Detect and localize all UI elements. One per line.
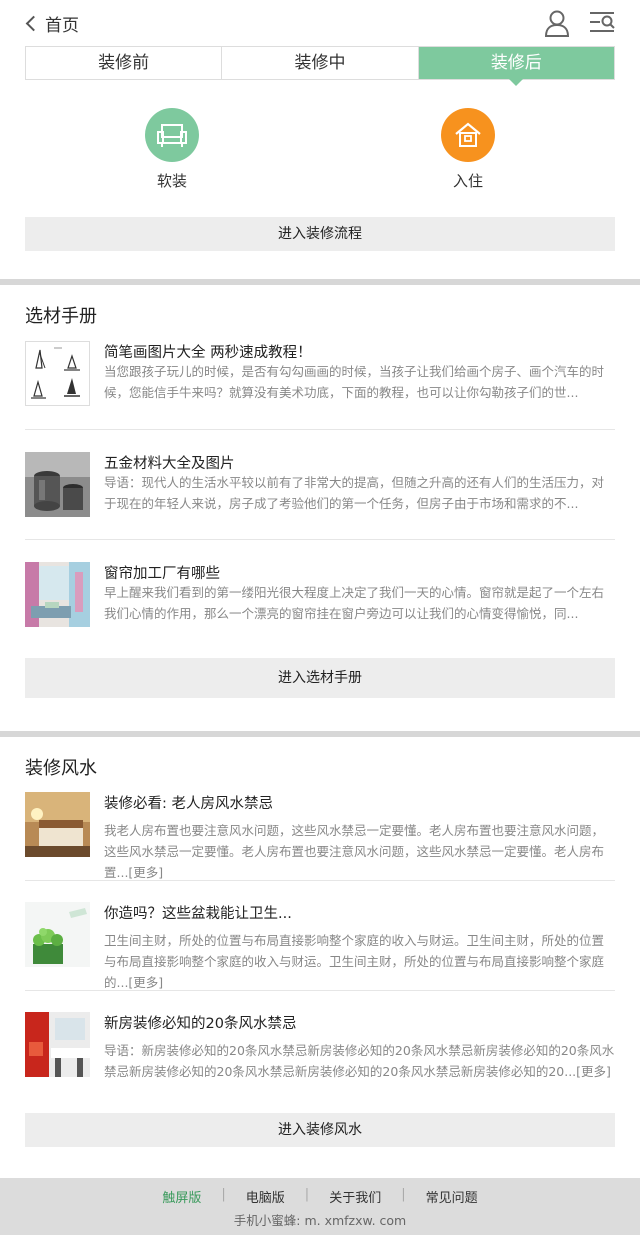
more-link[interactable]: [更多] [128,975,163,990]
list-item[interactable]: 窗帘加工厂有哪些 早上醒来我们看到的第一缕阳光很大程度上决定了我们一天的心情。窗… [25,562,615,632]
enter-fengshui-button[interactable]: 进入装修风水 [25,1113,615,1147]
item-title[interactable]: 五金材料大全及图片 [104,452,235,473]
item-title[interactable]: 简笔画图片大全 两秒速成教程！ [104,341,312,362]
tab-during[interactable]: 装修中 [221,47,417,79]
list-item[interactable]: 装修必看: 老人房风水禁忌 我老人房布置也要注意风水问题，这些风水禁忌一定要懂。… [25,792,615,880]
stage-tabs: 装修前 装修中 装修后 [25,46,615,86]
footer: 触屏版 | 电脑版 | 关于我们 | 常见问题 手机小蜜蜂: m. xmfzxw… [0,1178,640,1235]
item-description: 早上醒来我们看到的第一缕阳光很大程度上决定了我们一天的心情。窗帘就是起了一个左右… [104,585,605,621]
item-description-text: 我老人房布置也要注意风水问题，这些风水禁忌一定要懂。老人房布置也要注意风水问题，… [104,823,605,880]
search-list-icon[interactable] [588,9,616,37]
item-description: 导语：现代人的生活水平较以前有了非常大的提高，但随之升高的还有人们的生活压力，对… [104,475,605,511]
enter-process-button[interactable]: 进入装修流程 [25,217,615,251]
list-item[interactable]: 你造吗？这些盆栽能让卫生... 卫生间主财，所处的位置与布局直接影响整个家庭的收… [25,902,615,990]
contact-url[interactable]: m. xmfzxw. com [304,1213,406,1228]
house-icon [441,108,495,162]
section-divider [0,731,640,737]
item-description-text: 卫生间主财，所处的位置与布局直接影响整个家庭的收入与财运。卫生间主财，所处的位置… [104,933,605,990]
more-link[interactable]: [更多] [576,1064,611,1079]
stage-label: 软装 [156,172,187,190]
chevron-left-icon [25,15,42,31]
item-description: 卫生间主财，所处的位置与布局直接影响整个家庭的收入与财运。卫生间主财，所处的位置… [104,930,615,993]
fengshui-section-title: 装修风水 [25,758,97,779]
contact-label: 手机小蜜蜂: [233,1213,301,1228]
tab-before[interactable]: 装修前 [26,47,221,79]
top-bar: 首页 [0,0,640,46]
footer-link-about[interactable]: 关于我们 [309,1187,401,1206]
footer-link-touch[interactable]: 触屏版 [142,1187,221,1206]
footer-link-faq[interactable]: 常见问题 [406,1187,498,1206]
sketch-thumbnail [25,341,90,406]
page: { "header": { "back_label": "首页", "user_… [0,0,640,1235]
list-separator [25,539,615,540]
list-item[interactable]: 五金材料大全及图片 导语：现代人的生活水平较以前有了非常大的提高，但随之升高的还… [25,452,615,522]
list-separator [25,880,615,881]
materials-section-title: 选材手册 [25,306,97,327]
item-title[interactable]: 新房装修必知的20条风水禁忌 [104,1012,296,1033]
tab-after[interactable]: 装修后 [417,47,614,86]
list-item[interactable]: 新房装修必知的20条风水禁忌 导语：新房装修必知的20条风水禁忌新房装修必知的2… [25,1012,615,1082]
list-separator [25,429,615,430]
item-title[interactable]: 装修必看: 老人房风水禁忌 [104,792,273,813]
item-description: 我老人房布置也要注意风水问题，这些风水禁忌一定要懂。老人房布置也要注意风水问题，… [104,820,615,883]
red-room-thumbnail [25,1012,90,1077]
stage-label: 入住 [452,172,483,190]
footer-contact: 手机小蜜蜂: m. xmfzxw. com [0,1210,640,1229]
list-separator [25,990,615,991]
item-description-text: 导语：新房装修必知的20条风水禁忌新房装修必知的20条风水禁忌新房装修必知的20… [104,1043,615,1079]
item-title[interactable]: 窗帘加工厂有哪些 [104,562,220,583]
sofa-icon [145,108,199,162]
hardware-thumbnail [25,452,90,517]
section-divider [0,279,640,285]
footer-link-pc[interactable]: 电脑版 [226,1187,305,1206]
back-label: 首页 [45,15,79,36]
enter-materials-button[interactable]: 进入选材手册 [25,658,615,698]
bedroom-thumbnail [25,792,90,857]
item-description: 当您跟孩子玩儿的时候，是否有勾勾画画的时候，当孩子让我们给画个房子、画个汽车的时… [104,364,605,400]
item-description: 导语：新房装修必知的20条风水禁忌新房装修必知的20条风水禁忌新房装修必知的20… [104,1040,615,1082]
user-icon[interactable] [544,9,570,37]
back-home-button[interactable]: 首页 [22,8,79,38]
item-title[interactable]: 你造吗？这些盆栽能让卫生... [104,902,292,923]
footer-links: 触屏版 | 电脑版 | 关于我们 | 常见问题 [0,1187,640,1206]
curtain-thumbnail [25,562,90,627]
plant-thumbnail [25,902,90,967]
list-item[interactable]: 简笔画图片大全 两秒速成教程！ 当您跟孩子玩儿的时候，是否有勾勾画画的时候，当孩… [25,341,615,411]
more-link[interactable]: [更多] [128,865,163,880]
stage-move-in[interactable]: 入住 [423,108,513,191]
stage-soft-decoration[interactable]: 软装 [127,108,217,191]
